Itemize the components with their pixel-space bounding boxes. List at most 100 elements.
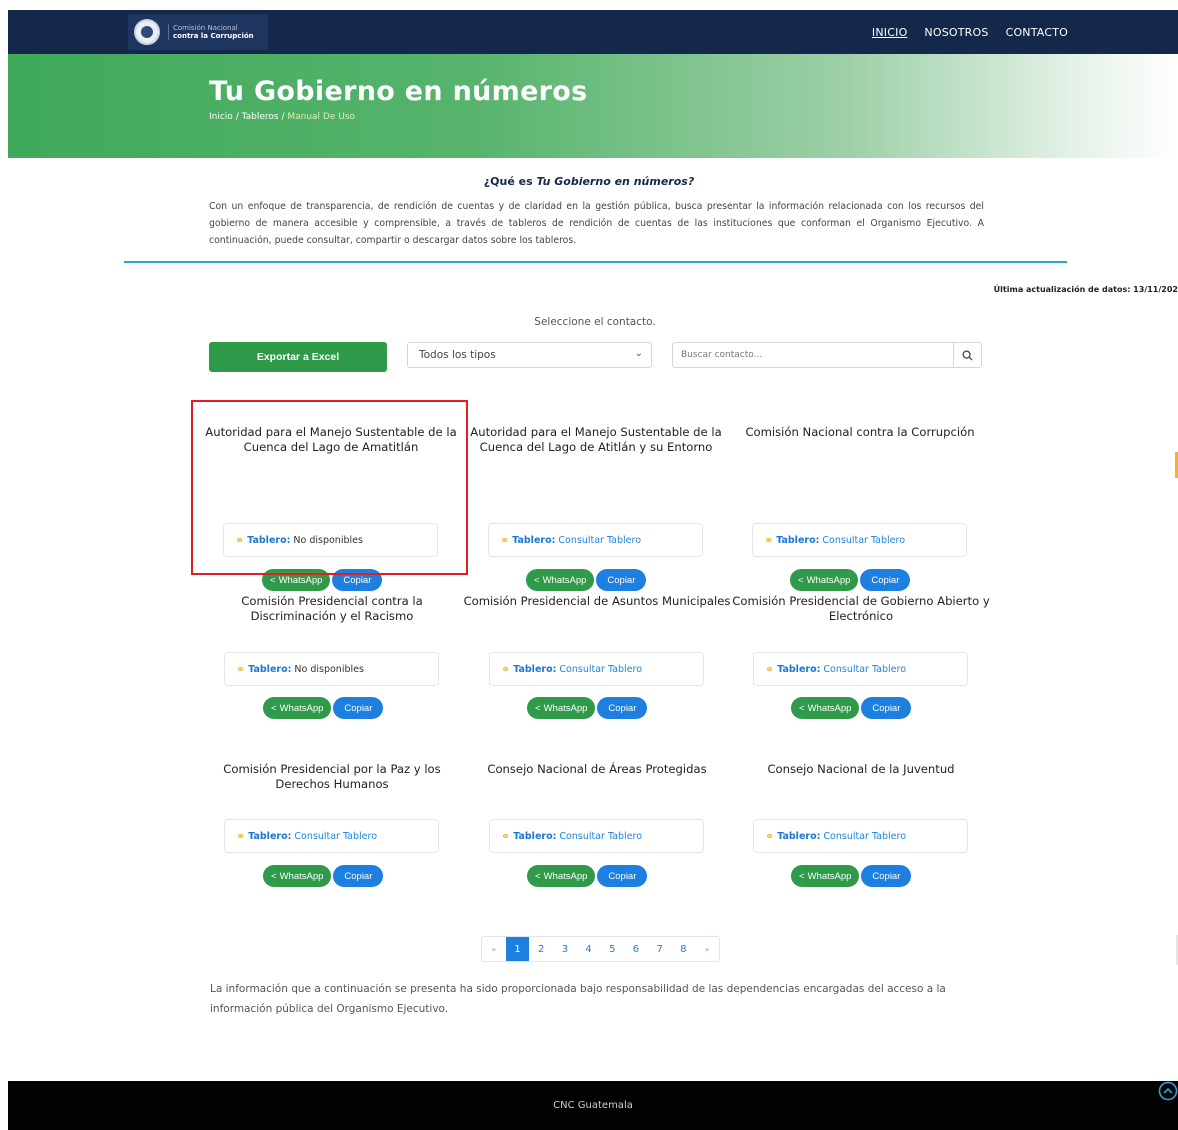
footer: CNC Guatemala xyxy=(8,1081,1178,1130)
tablero-link[interactable]: Consultar Tablero xyxy=(558,535,641,546)
pagination-page[interactable]: 4 xyxy=(577,937,601,961)
whatsapp-button[interactable]: < WhatsApp xyxy=(527,697,596,719)
share-icon: < xyxy=(270,574,276,586)
breadcrumb-current: Manual De Uso xyxy=(287,112,356,122)
contact-card: Autoridad para el Manejo Sustentable de … xyxy=(461,425,731,595)
tablero-label: Tablero: xyxy=(776,534,820,546)
share-icon: < xyxy=(534,574,540,586)
share-icon: < xyxy=(798,574,804,586)
tablero-box: ⚭ Tablero: Consultar Tablero xyxy=(488,523,703,557)
type-select[interactable]: Todos los tipos ⌄ xyxy=(407,342,652,368)
card-actions: < WhatsApp Copiar xyxy=(790,569,911,591)
copy-button[interactable]: Copiar xyxy=(597,865,648,887)
logo-text: Comisión Nacional contra la Corrupción xyxy=(168,24,254,40)
logo-line-1: Comisión Nacional xyxy=(173,24,238,32)
institution-name: Comisión Presidencial de Asuntos Municip… xyxy=(463,594,731,608)
link-icon: ⚭ xyxy=(765,662,775,676)
whatsapp-button[interactable]: < WhatsApp xyxy=(263,865,332,887)
copy-button[interactable]: Copiar xyxy=(597,697,648,719)
coat-of-arms-icon xyxy=(134,19,160,45)
copy-button[interactable]: Copiar xyxy=(860,569,911,591)
breadcrumb-home[interactable]: Inicio xyxy=(209,112,233,122)
pagination-page[interactable]: 2 xyxy=(529,937,553,961)
disclaimer-text: La información que a continuación se pre… xyxy=(210,983,946,1015)
link-icon: ⚭ xyxy=(764,533,774,547)
search-button[interactable] xyxy=(953,343,981,367)
contact-card: Comisión Presidencial contra la Discrimi… xyxy=(197,594,467,764)
pagination-page[interactable]: 3 xyxy=(553,937,577,961)
institution-name: Comisión Presidencial contra la Discrimi… xyxy=(241,594,423,623)
tablero-link[interactable]: Consultar Tablero xyxy=(559,664,642,675)
tablero-link[interactable]: Consultar Tablero xyxy=(822,535,905,546)
pagination-next[interactable]: » xyxy=(695,937,719,961)
link-icon: ⚭ xyxy=(236,662,246,676)
tablero-link[interactable]: Consultar Tablero xyxy=(823,831,906,842)
whatsapp-button[interactable]: < WhatsApp xyxy=(791,697,860,719)
institution-name: Comisión Presidencial de Gobierno Abiert… xyxy=(732,594,990,623)
share-icon: < xyxy=(799,870,805,882)
tablero-box: ⚭ Tablero: Consultar Tablero xyxy=(224,819,439,853)
intro-title-emphasis: Tu Gobierno en números? xyxy=(536,175,695,188)
type-select-value: Todos los tipos xyxy=(419,349,496,361)
contact-card: Consejo Nacional de Áreas Protegidas ⚭ T… xyxy=(462,762,732,932)
nav-contacto[interactable]: CONTACTO xyxy=(1006,26,1068,39)
share-icon: < xyxy=(535,702,541,714)
card-actions: < WhatsApp Copiar xyxy=(526,569,647,591)
whatsapp-button[interactable]: < WhatsApp xyxy=(526,569,595,591)
tablero-link[interactable]: Consultar Tablero xyxy=(823,664,906,675)
search-icon xyxy=(962,349,973,361)
tablero-label: Tablero: xyxy=(512,534,556,546)
pagination-page[interactable]: 6 xyxy=(624,937,648,961)
whatsapp-label: WhatsApp xyxy=(279,702,324,714)
tablero-link[interactable]: Consultar Tablero xyxy=(559,831,642,842)
pagination-prev[interactable]: « xyxy=(482,937,506,961)
tablero-box: ⚭ Tablero: Consultar Tablero xyxy=(753,819,968,853)
scroll-to-top-button[interactable] xyxy=(1158,1080,1178,1102)
copy-button[interactable]: Copiar xyxy=(333,865,384,887)
card-actions: < WhatsApp Copiar xyxy=(791,865,912,887)
whatsapp-button[interactable]: < WhatsApp xyxy=(263,697,332,719)
whatsapp-button[interactable]: < WhatsApp xyxy=(527,865,596,887)
institution-name: Comisión Nacional contra la Corrupción xyxy=(745,425,975,439)
whatsapp-button[interactable]: < WhatsApp xyxy=(790,569,859,591)
search-box xyxy=(672,342,982,368)
card-actions: < WhatsApp Copiar xyxy=(263,697,384,719)
hero-banner: Tu Gobierno en números Inicio / Tableros… xyxy=(8,54,1178,158)
footer-text: CNC Guatemala xyxy=(553,1100,633,1111)
whatsapp-label: WhatsApp xyxy=(806,574,851,586)
whatsapp-label: WhatsApp xyxy=(807,702,852,714)
page-title: Tu Gobierno en números xyxy=(209,76,588,107)
copy-button[interactable]: Copiar xyxy=(596,569,647,591)
section-divider xyxy=(124,261,1067,263)
chevron-down-icon: ⌄ xyxy=(634,348,643,359)
link-icon: ⚭ xyxy=(236,829,246,843)
tablero-box: ⚭ Tablero: Consultar Tablero xyxy=(489,652,704,686)
site-logo[interactable]: Comisión Nacional contra la Corrupción xyxy=(128,14,268,50)
pagination-page[interactable]: 5 xyxy=(600,937,624,961)
copy-button[interactable]: Copiar xyxy=(861,697,912,719)
link-icon: ⚭ xyxy=(501,829,511,843)
last-update-text: Última actualización de datos: 13/11/202 xyxy=(993,285,1178,294)
tablero-label: Tablero: xyxy=(248,830,292,842)
highlight-box xyxy=(191,400,468,575)
tablero-label: Tablero: xyxy=(513,663,557,675)
intro-title-prefix: ¿Qué es xyxy=(483,175,537,188)
pagination-page[interactable]: 8 xyxy=(672,937,696,961)
tablero-box: ⚭ Tablero: Consultar Tablero xyxy=(489,819,704,853)
copy-button[interactable]: Copiar xyxy=(333,697,384,719)
copy-button[interactable]: Copiar xyxy=(861,865,912,887)
export-excel-button[interactable]: Exportar a Excel xyxy=(209,342,387,372)
contact-card: Comisión Presidencial de Gobierno Abiert… xyxy=(726,594,996,764)
pagination: « 1 2 3 4 5 6 7 8 » xyxy=(481,936,720,962)
pagination-page[interactable]: 1 xyxy=(505,937,530,961)
breadcrumb-tableros[interactable]: Tableros xyxy=(242,112,279,122)
search-input[interactable] xyxy=(673,343,953,367)
card-actions: < WhatsApp Copiar xyxy=(527,697,648,719)
nav-nosotros[interactable]: NOSOTROS xyxy=(924,26,988,39)
tablero-link[interactable]: Consultar Tablero xyxy=(294,831,377,842)
pagination-page[interactable]: 7 xyxy=(648,937,672,961)
link-icon: ⚭ xyxy=(500,533,510,547)
contact-card: Comisión Presidencial por la Paz y los D… xyxy=(197,762,467,932)
nav-inicio[interactable]: INICIO xyxy=(872,26,908,39)
whatsapp-button[interactable]: < WhatsApp xyxy=(791,865,860,887)
